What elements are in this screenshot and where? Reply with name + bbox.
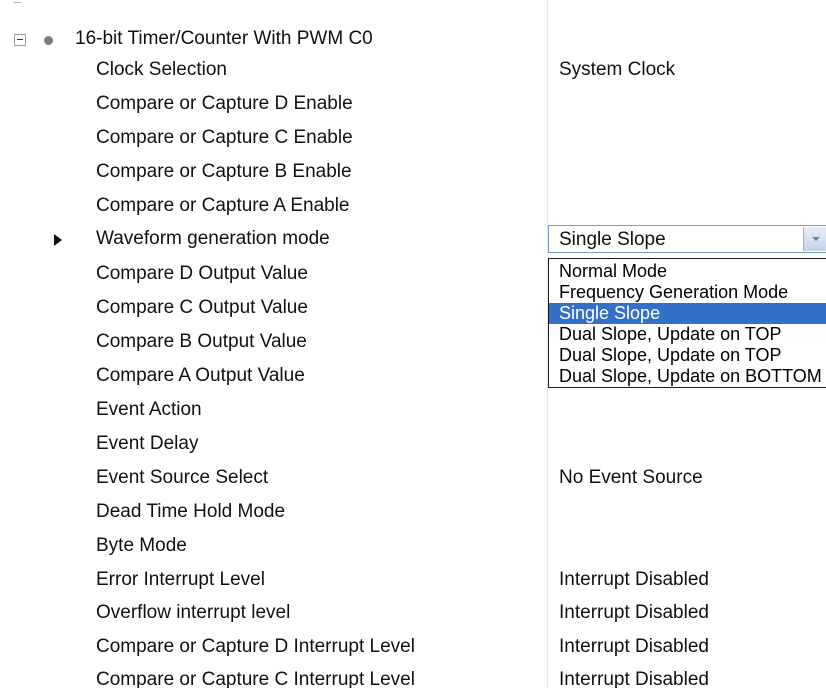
group-row[interactable]: 16-bit Timer/Counter With PWM C0	[0, 23, 826, 57]
waveform-mode-dropdown-list[interactable]: Normal Mode Frequency Generation Mode Si…	[548, 258, 826, 388]
property-row-event-source-select[interactable]: Event Source Select No Event Source	[0, 462, 826, 496]
property-name: Byte Mode	[96, 535, 187, 556]
property-row-ccc-interrupt-level[interactable]: Compare or Capture C Interrupt Level Int…	[0, 664, 826, 688]
group-label: 16-bit Timer/Counter With PWM C0	[75, 28, 373, 49]
property-value[interactable]: No Event Source	[559, 467, 703, 489]
property-name: Clock Selection	[96, 59, 227, 80]
property-row-event-action[interactable]: Event Action	[0, 394, 826, 428]
dropdown-option-dual-slope-bottom[interactable]: Dual Slope, Update on BOTTOM	[549, 366, 826, 387]
property-name: Compare C Output Value	[96, 297, 308, 318]
property-name: Compare or Capture C Interrupt Level	[96, 669, 415, 688]
property-row-error-interrupt-level[interactable]: Error Interrupt Level Interrupt Disabled	[0, 564, 826, 598]
property-row-waveform-generation-mode[interactable]: Waveform generation mode Single Slope	[0, 223, 826, 257]
waveform-mode-selected-value: Single Slope	[559, 229, 666, 250]
property-name: Compare or Capture D Interrupt Level	[96, 636, 415, 657]
property-name: Compare or Capture B Enable	[96, 161, 352, 182]
collapse-minus-icon[interactable]	[14, 34, 26, 46]
property-name: Compare or Capture A Enable	[96, 195, 350, 216]
property-value[interactable]: Interrupt Disabled	[559, 569, 709, 591]
row-pointer-icon	[54, 234, 62, 246]
property-name: Compare or Capture C Enable	[96, 127, 353, 148]
property-name: Event Action	[96, 399, 202, 420]
property-row-compare-capture-c-enable[interactable]: Compare or Capture C Enable	[0, 122, 826, 156]
property-value[interactable]: Interrupt Disabled	[559, 669, 709, 688]
property-row-event-delay[interactable]: Event Delay	[0, 428, 826, 462]
property-name: Compare B Output Value	[96, 331, 307, 352]
property-name: Error Interrupt Level	[96, 569, 265, 590]
property-row-byte-mode[interactable]: Byte Mode	[0, 530, 826, 564]
property-value[interactable]: Interrupt Disabled	[559, 602, 709, 624]
property-row-dead-time-hold-mode[interactable]: Dead Time Hold Mode	[0, 496, 826, 530]
chevron-down-icon[interactable]	[803, 227, 826, 251]
property-value[interactable]: System Clock	[559, 59, 675, 81]
dropdown-option-single-slope[interactable]: Single Slope	[549, 303, 826, 324]
dropdown-option-frequency-generation[interactable]: Frequency Generation Mode	[549, 282, 826, 303]
property-name: Overflow interrupt level	[96, 602, 291, 623]
tree-line	[14, 2, 21, 3]
property-row-compare-capture-b-enable[interactable]: Compare or Capture B Enable	[0, 156, 826, 190]
waveform-mode-select[interactable]: Single Slope	[548, 225, 826, 253]
dropdown-option-dual-slope-top-1[interactable]: Dual Slope, Update on TOP	[549, 324, 826, 345]
property-name: Event Source Select	[96, 467, 269, 488]
property-row-compare-capture-d-enable[interactable]: Compare or Capture D Enable	[0, 88, 826, 122]
property-grid: 16-bit Timer/Counter With PWM C0 Clock S…	[0, 0, 826, 688]
property-name: Compare D Output Value	[96, 263, 308, 284]
property-row-compare-capture-a-enable[interactable]: Compare or Capture A Enable	[0, 190, 826, 224]
property-name: Dead Time Hold Mode	[96, 501, 286, 522]
dropdown-option-normal-mode[interactable]: Normal Mode	[549, 261, 826, 282]
property-name: Event Delay	[96, 433, 199, 454]
property-row-ccd-interrupt-level[interactable]: Compare or Capture D Interrupt Level Int…	[0, 631, 826, 665]
property-name: Compare A Output Value	[96, 365, 305, 386]
property-row-clock-selection[interactable]: Clock Selection System Clock	[0, 54, 826, 88]
property-value[interactable]: Interrupt Disabled	[559, 636, 709, 658]
property-row-overflow-interrupt-level[interactable]: Overflow interrupt level Interrupt Disab…	[0, 597, 826, 631]
property-name: Waveform generation mode	[96, 228, 330, 249]
property-name: Compare or Capture D Enable	[96, 93, 353, 114]
bullet-icon	[44, 36, 53, 45]
dropdown-option-dual-slope-top-2[interactable]: Dual Slope, Update on TOP	[549, 345, 826, 366]
